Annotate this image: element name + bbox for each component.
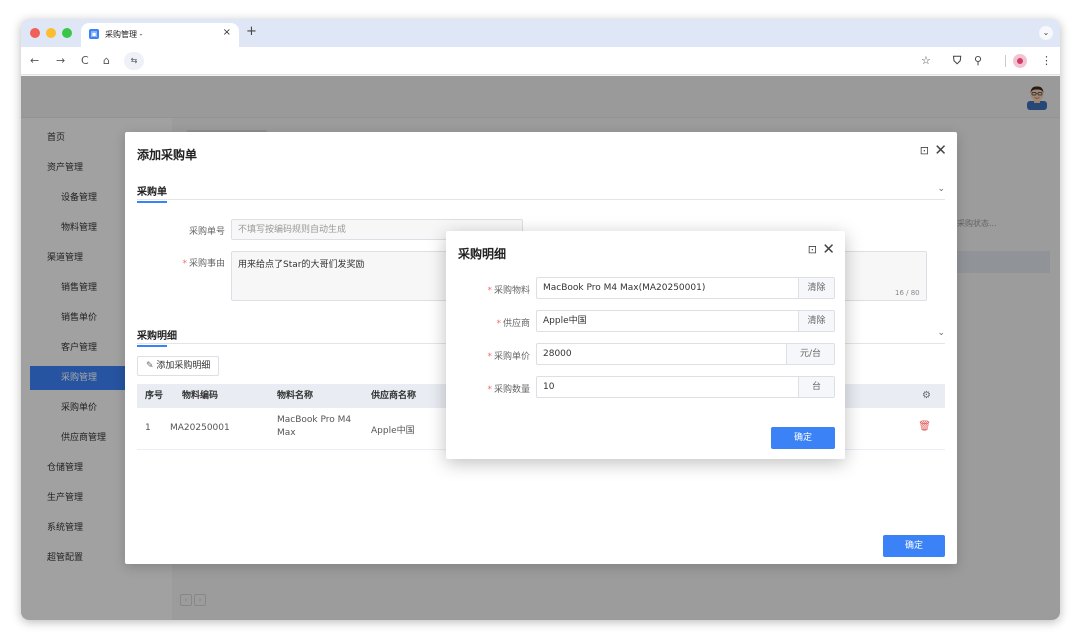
section-purchase-detail[interactable]: 采购明细 [137, 327, 177, 347]
material-label: * 采购物料 [487, 286, 530, 296]
column-header: 物料编码 [182, 391, 219, 401]
more-menu-icon[interactable]: ⋮ [1041, 54, 1052, 68]
add-detail-button[interactable]: ✎ 添加采购明细 [137, 356, 220, 376]
cell-name: MacBook Pro M4 Max [277, 415, 352, 438]
material-value: MacBook Pro M4 Max(MA20250001) [543, 283, 706, 293]
window-close-dot[interactable] [30, 28, 40, 38]
gift-icon[interactable]: ⛉ [953, 54, 961, 68]
reason-label: * 采购事由 [182, 259, 225, 269]
quantity-value: 10 [543, 382, 555, 392]
purchase-detail-dialog: 采购明细 ⊡ ✕ * 采购物料 MacBook Pro M4 Max(MA2025… [446, 231, 845, 459]
tab-title: 采购管理 - [105, 30, 143, 39]
home-icon[interactable]: ⌂ [103, 54, 110, 68]
cell-supplier: Apple中国 [371, 426, 415, 436]
bookmark-star-icon[interactable]: ☆ [921, 54, 931, 68]
browser-toolbar: ← → C ⌂ ⇆ ☆ ⛉ ⚲ ⋮ [21, 47, 1060, 75]
confirm-button[interactable]: 确定 [883, 535, 945, 557]
window-minimize-dot[interactable] [46, 28, 56, 38]
close-icon[interactable]: ✕ [934, 141, 947, 159]
reason-char-counter: 16 / 80 [895, 289, 920, 297]
favicon-icon: ▣ [89, 29, 99, 39]
chevron-down-icon[interactable]: ⌄ [937, 328, 945, 338]
price-input[interactable]: 28000 元/台 [536, 343, 835, 365]
quantity-input[interactable]: 10 台 [536, 376, 835, 398]
tab-strip: ▣ 采购管理 - × + ⌄ [21, 19, 1060, 47]
forward-arrow-icon[interactable]: → [56, 54, 65, 68]
quantity-unit: 台 [798, 377, 834, 397]
column-header: 供应商名称 [371, 391, 417, 401]
supplier-input[interactable]: Apple中国 清除 [536, 310, 835, 332]
window-zoom-dot[interactable] [62, 28, 72, 38]
chevron-down-icon[interactable]: ⌄ [937, 184, 945, 194]
cell-index: 1 [145, 423, 151, 433]
settings-gear-icon[interactable]: ⚙ [922, 390, 931, 401]
cell-code: MA20250001 [170, 423, 230, 433]
dialog-title: 采购明细 [458, 247, 507, 261]
reload-icon[interactable]: C [81, 54, 89, 68]
quantity-label: * 采购数量 [487, 385, 530, 395]
close-icon[interactable]: ✕ [822, 240, 835, 258]
price-unit: 元/台 [786, 344, 834, 364]
price-label: * 采购单价 [487, 352, 530, 362]
tab-search-button[interactable]: ⌄ [1039, 26, 1053, 40]
confirm-button[interactable]: 确定 [771, 427, 835, 449]
order-no-label: 采购单号 [188, 227, 225, 237]
maximize-icon[interactable]: ⊡ [920, 144, 929, 157]
dialog-title: 添加采购单 [137, 148, 198, 162]
section-purchase-order[interactable]: 采购单 [137, 183, 167, 203]
material-input[interactable]: MacBook Pro M4 Max(MA20250001) 清除 [536, 277, 835, 299]
price-value: 28000 [543, 349, 572, 359]
extensions-icon[interactable]: ⚲ [974, 54, 982, 68]
edit-icon: ✎ [146, 361, 154, 371]
maximize-icon[interactable]: ⊡ [808, 243, 817, 256]
tab-close-icon[interactable]: × [223, 27, 231, 38]
supplier-clear-button[interactable]: 清除 [798, 311, 834, 331]
section-divider [137, 199, 945, 200]
browser-window: ▣ 采购管理 - × + ⌄ ← → C ⌂ ⇆ ☆ ⛉ ⚲ ⋮ 首页 资产管理… [21, 19, 1060, 620]
toolbar-divider [1005, 55, 1006, 67]
delete-trash-icon[interactable]: 🗑 [918, 421, 931, 432]
supplier-label: * 供应商 [496, 319, 530, 329]
back-arrow-icon[interactable]: ← [30, 54, 39, 68]
new-tab-button[interactable]: + [246, 24, 257, 39]
profile-icon[interactable] [1013, 54, 1027, 68]
column-header: 序号 [145, 391, 164, 401]
column-header: 物料名称 [277, 391, 314, 401]
supplier-value: Apple中国 [543, 316, 587, 326]
browser-tab[interactable]: ▣ 采购管理 - × [81, 23, 239, 47]
site-settings-icon[interactable]: ⇆ [124, 52, 144, 70]
material-clear-button[interactable]: 清除 [798, 278, 834, 298]
